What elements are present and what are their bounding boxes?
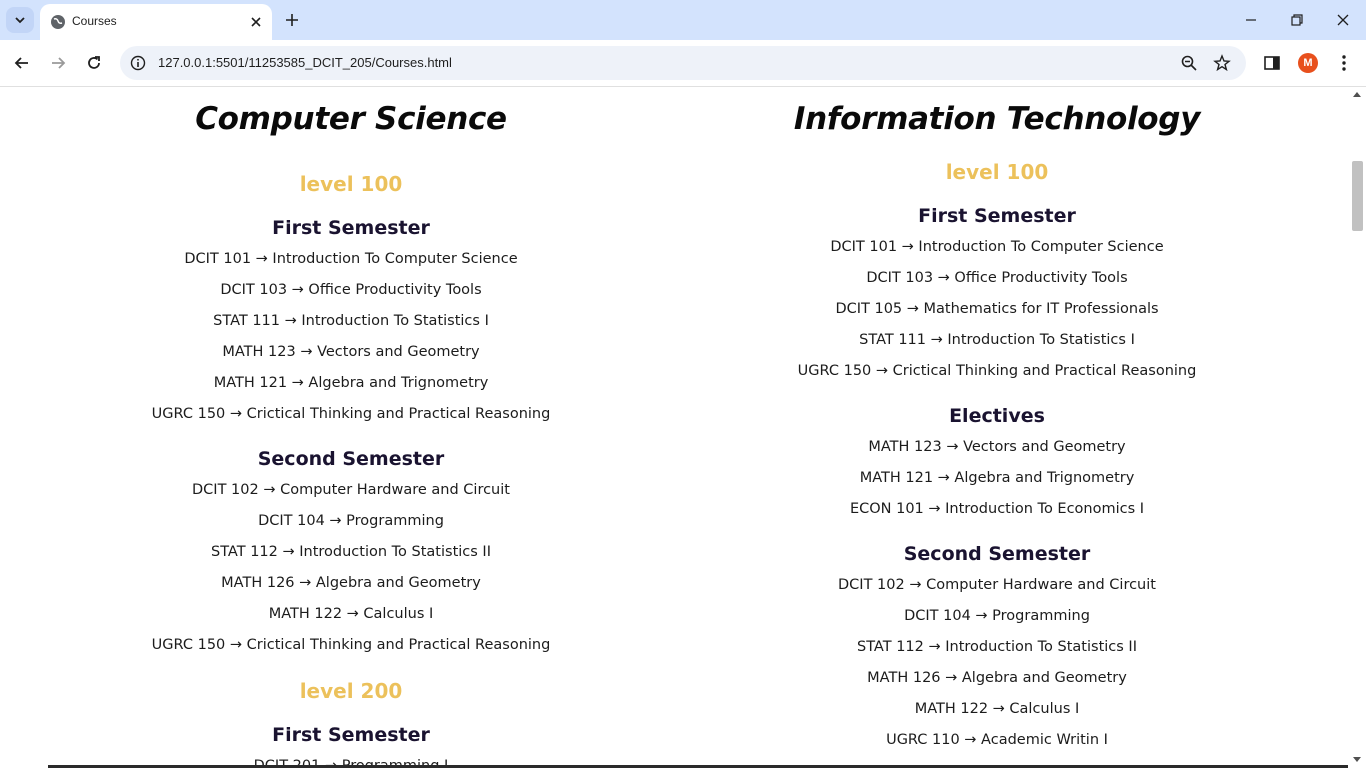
profile-avatar[interactable]: M (1298, 53, 1318, 73)
course-item: DCIT 101 → Introduction To Computer Scie… (184, 251, 518, 267)
course-item: MATH 126 → Algebra and Geometry (867, 670, 1127, 686)
reload-icon[interactable] (84, 53, 104, 73)
cs-level-200-first-semester-heading-block: First Semester (1, 726, 701, 745)
course-item: MATH 126 → Algebra and Geometry (221, 575, 481, 591)
course-item: UGRC 150 → Crictical Thinking and Practi… (797, 363, 1197, 379)
address-bar[interactable]: 127.0.0.1:5501/11253585_DCIT_205/Courses… (120, 46, 1246, 80)
cs-title-block: Computer Science (1, 104, 701, 135)
cs-title: Computer Science (195, 101, 507, 137)
course-item: MATH 122 → Calculus I (914, 701, 1080, 717)
cs-second-semester-list: DCIT 102 → Computer Hardware and Circuit… (1, 475, 701, 661)
course-item: MATH 121 → Algebra and Trignometry (859, 470, 1135, 486)
back-arrow-icon[interactable] (12, 53, 32, 73)
it-electives-list: MATH 123 → Vectors and Geometry MATH 121… (647, 432, 1347, 525)
course-item: DCIT 104 → Programming (258, 513, 444, 529)
course-item: MATH 122 → Calculus I (268, 606, 434, 622)
course-item: ECON 101 → Introduction To Economics I (849, 501, 1145, 517)
it-level-100-heading: level 100 (945, 160, 1049, 184)
vertical-scrollbar[interactable] (1349, 87, 1366, 768)
cs-level-200-first-semester-heading: First Semester (272, 724, 430, 746)
it-electives-heading: Electives (949, 405, 1045, 427)
cs-level-100-block: level 100 (1, 174, 701, 194)
close-window-icon[interactable] (1335, 12, 1351, 28)
minimize-icon[interactable] (1243, 12, 1259, 28)
tab-title: Courses (72, 14, 117, 28)
course-item: STAT 111 → Introduction To Statistics I (859, 332, 1135, 348)
close-tab-icon[interactable] (248, 14, 264, 30)
cs-first-semester-heading-block: First Semester (1, 219, 701, 238)
page-viewport: Computer Science level 100 First Semeste… (0, 87, 1366, 768)
url-text: 127.0.0.1:5501/11253585_DCIT_205/Courses… (158, 55, 452, 70)
cs-level-200-block: level 200 (1, 681, 701, 701)
course-item: UGRC 110 → Academic Writin I (886, 732, 1108, 748)
course-item: DCIT 103 → Office Productivity Tools (866, 270, 1128, 286)
scroll-up-arrow-icon[interactable] (1353, 92, 1361, 97)
course-item: UGRC 150 → Crictical Thinking and Practi… (151, 406, 551, 422)
forward-arrow-icon[interactable] (48, 53, 68, 73)
it-title: Information Technology (793, 101, 1201, 137)
course-item: STAT 112 → Introduction To Statistics II (857, 639, 1137, 655)
it-level-100-block: level 100 (647, 162, 1347, 182)
course-item: DCIT 104 → Programming (904, 608, 1090, 624)
course-item: DCIT 101 → Introduction To Computer Scie… (830, 239, 1164, 255)
menu-kebab-icon[interactable] (1334, 53, 1354, 73)
globe-icon (51, 15, 65, 29)
browser-toolbar: 127.0.0.1:5501/11253585_DCIT_205/Courses… (0, 40, 1366, 87)
zoom-icon[interactable] (1180, 54, 1198, 72)
course-item: STAT 112 → Introduction To Statistics II (211, 544, 491, 560)
cs-level-100-heading: level 100 (299, 172, 403, 196)
cs-first-semester-heading: First Semester (272, 217, 430, 239)
chevron-down-icon (15, 17, 25, 24)
it-first-semester-heading: First Semester (918, 205, 1076, 227)
course-item: UGRC 150 → Crictical Thinking and Practi… (151, 637, 551, 653)
tab-search-button[interactable] (6, 7, 34, 33)
cs-second-semester-heading: Second Semester (257, 448, 445, 470)
it-first-semester-list: DCIT 101 → Introduction To Computer Scie… (647, 232, 1347, 387)
course-item: MATH 121 → Algebra and Trignometry (213, 375, 489, 391)
scrollbar-thumb[interactable] (1352, 161, 1363, 231)
browser-tab[interactable]: Courses (40, 4, 272, 40)
it-second-semester-heading-block: Second Semester (647, 545, 1347, 564)
side-panel-icon[interactable] (1262, 53, 1282, 73)
course-item: STAT 111 → Introduction To Statistics I (213, 313, 489, 329)
course-item: DCIT 102 → Computer Hardware and Circuit (838, 577, 1156, 593)
cs-first-semester-list: DCIT 101 → Introduction To Computer Scie… (1, 244, 701, 430)
tab-strip: Courses (0, 0, 1366, 40)
cs-second-semester-heading-block: Second Semester (1, 450, 701, 469)
bookmark-star-icon[interactable] (1213, 54, 1231, 72)
site-info-icon[interactable] (130, 55, 146, 71)
restore-icon[interactable] (1289, 12, 1305, 28)
course-item: DCIT 102 → Computer Hardware and Circuit (192, 482, 510, 498)
course-item: MATH 123 → Vectors and Geometry (868, 439, 1126, 455)
course-item: MATH 123 → Vectors and Geometry (222, 344, 480, 360)
it-second-semester-heading: Second Semester (903, 543, 1091, 565)
it-title-block: Information Technology (647, 104, 1347, 135)
it-electives-heading-block: Electives (647, 407, 1347, 426)
scroll-down-arrow-icon[interactable] (1353, 757, 1361, 762)
new-tab-icon[interactable] (283, 11, 301, 29)
it-first-semester-heading-block: First Semester (647, 207, 1347, 226)
it-second-semester-list: DCIT 102 → Computer Hardware and Circuit… (647, 570, 1347, 756)
course-item: DCIT 103 → Office Productivity Tools (220, 282, 482, 298)
cs-level-200-heading: level 200 (299, 679, 403, 703)
course-item: DCIT 105 → Mathematics for IT Profession… (835, 301, 1159, 317)
